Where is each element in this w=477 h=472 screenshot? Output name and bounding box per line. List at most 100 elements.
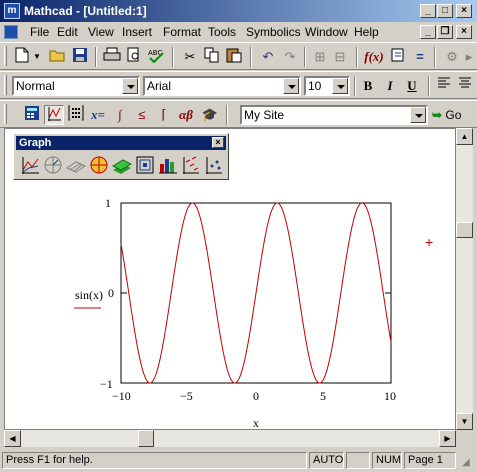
go-arrow-icon: ➥: [432, 108, 443, 122]
doc-close-button[interactable]: ×: [456, 25, 472, 39]
component-wizard-icon[interactable]: ⚙: [442, 47, 462, 67]
open-folder-icon[interactable]: [48, 47, 68, 67]
resize-grip-icon[interactable]: ◢: [462, 457, 474, 469]
status-num-lock: NUM: [372, 452, 402, 469]
new-document-icon[interactable]: [12, 47, 32, 67]
3d-bar-plot-icon[interactable]: [111, 154, 133, 176]
surface-plot-icon[interactable]: [65, 154, 87, 176]
redo-icon[interactable]: ↷: [280, 47, 300, 67]
minimize-button[interactable]: _: [420, 4, 436, 18]
menu-symbolics[interactable]: Symbolics: [246, 25, 301, 39]
menu-file[interactable]: File: [30, 25, 49, 39]
title-bar[interactable]: m Mathcad - [Untitled:1] _ □ ×: [0, 0, 477, 22]
undo-icon[interactable]: ↶: [258, 47, 278, 67]
font-size-select[interactable]: 10: [304, 76, 350, 96]
palette-close-icon[interactable]: ×: [212, 137, 224, 148]
vertical-scroll-thumb[interactable]: [456, 222, 473, 238]
align-center-icon[interactable]: [455, 76, 475, 96]
horizontal-scroll-thumb[interactable]: [138, 430, 154, 447]
menu-help[interactable]: Help: [354, 25, 379, 39]
align-left-icon[interactable]: [434, 76, 454, 96]
font-select[interactable]: Arial: [143, 76, 301, 96]
cut-icon[interactable]: ✂: [180, 47, 200, 67]
calculator-palette-icon[interactable]: [22, 105, 42, 125]
toolbar-separator: [354, 76, 356, 96]
scroll-up-icon[interactable]: ▲: [456, 128, 473, 145]
toolbar-separator: [95, 47, 97, 67]
print-icon[interactable]: [102, 47, 122, 67]
menu-insert[interactable]: Insert: [122, 25, 152, 39]
menu-window[interactable]: Window: [305, 25, 348, 39]
vector-field-plot-icon[interactable]: [180, 154, 202, 176]
doc-restore-button[interactable]: ❐: [437, 25, 453, 39]
insert-function-icon[interactable]: f(x): [364, 47, 384, 67]
graph-palette-titlebar[interactable]: Graph ×: [16, 136, 226, 150]
plot-wizard-icon[interactable]: [203, 154, 225, 176]
bold-icon[interactable]: B: [358, 76, 378, 96]
toolbar-grip[interactable]: [4, 46, 7, 66]
greek-palette-icon[interactable]: αβ: [176, 105, 196, 125]
x-tick-5: 5: [320, 389, 326, 403]
status-page: Page 1: [404, 452, 456, 469]
calculate-icon[interactable]: =: [410, 47, 430, 67]
go-button[interactable]: ➥ Go: [432, 107, 461, 125]
copy-icon[interactable]: [202, 47, 222, 67]
scatter-3d-plot-icon[interactable]: [134, 154, 156, 176]
window-title: Mathcad - [Untitled:1]: [24, 4, 147, 18]
menu-edit[interactable]: Edit: [57, 25, 78, 39]
chevron-down-icon[interactable]: [332, 78, 348, 94]
chevron-down-icon[interactable]: [283, 78, 299, 94]
graph-palette-icon[interactable]: [44, 105, 64, 125]
vertical-scrollbar[interactable]: ▲ ▼: [456, 128, 473, 430]
toolbar-grip[interactable]: [4, 75, 7, 95]
menu-view[interactable]: View: [88, 25, 114, 39]
new-dropdown-icon[interactable]: ▼: [32, 47, 42, 67]
run-icon[interactable]: ▸: [462, 47, 476, 67]
programming-palette-icon[interactable]: ⌈: [154, 105, 174, 125]
save-disk-icon[interactable]: [70, 47, 90, 67]
polar-plot-icon[interactable]: [42, 154, 64, 176]
boolean-palette-icon[interactable]: ≤: [132, 105, 152, 125]
chevron-down-icon[interactable]: [122, 78, 138, 94]
menu-format[interactable]: Format: [163, 25, 201, 39]
align-across-icon[interactable]: ⊞: [310, 47, 330, 67]
chevron-down-icon[interactable]: [410, 107, 426, 123]
document-icon[interactable]: [4, 25, 18, 39]
scroll-left-icon[interactable]: ◀: [4, 430, 21, 447]
calculus-palette-icon[interactable]: ∫: [110, 105, 130, 125]
toolbar-separator: [172, 47, 174, 67]
toolbar-separator: [226, 105, 228, 125]
status-calc-mode: AUTO: [309, 452, 344, 469]
italic-icon[interactable]: I: [380, 76, 400, 96]
symbolic-palette-icon[interactable]: 🎓: [200, 105, 220, 125]
menu-tools[interactable]: Tools: [208, 25, 236, 39]
paste-icon[interactable]: [224, 47, 244, 67]
style-select[interactable]: Normal: [12, 76, 140, 96]
y-axis-label: sin(x): [75, 288, 103, 302]
close-button[interactable]: ×: [456, 4, 472, 18]
maximize-button[interactable]: □: [437, 4, 453, 18]
spell-check-icon[interactable]: ABC: [146, 47, 166, 67]
horizontal-scrollbar[interactable]: ◀ ▶: [4, 430, 456, 447]
site-select[interactable]: My Site: [240, 105, 428, 125]
insert-unit-icon[interactable]: [388, 47, 408, 67]
toolbar-grip[interactable]: [4, 104, 7, 124]
doc-minimize-button[interactable]: _: [420, 25, 436, 39]
evaluation-palette-icon[interactable]: x=: [88, 105, 108, 125]
contour-plot-icon[interactable]: [88, 154, 110, 176]
print-preview-icon[interactable]: [124, 47, 144, 67]
bar-chart-icon[interactable]: [157, 154, 179, 176]
graph-palette[interactable]: Graph ×: [13, 133, 229, 180]
y-tick-zero: 0: [108, 286, 114, 300]
underline-icon[interactable]: U: [402, 76, 422, 96]
matrix-palette-icon[interactable]: [66, 105, 86, 125]
y-tick-min: −1: [100, 377, 113, 391]
x-tick-minus5: −5: [180, 389, 193, 403]
mathcad-app-icon[interactable]: m: [4, 3, 20, 19]
scroll-right-icon[interactable]: ▶: [439, 430, 456, 447]
status-empty-panel: [346, 452, 370, 469]
insertion-crosshair[interactable]: +: [425, 234, 433, 250]
align-down-icon[interactable]: ⊟: [330, 47, 350, 67]
scroll-down-icon[interactable]: ▼: [456, 413, 473, 430]
xy-plot-icon[interactable]: [19, 154, 41, 176]
